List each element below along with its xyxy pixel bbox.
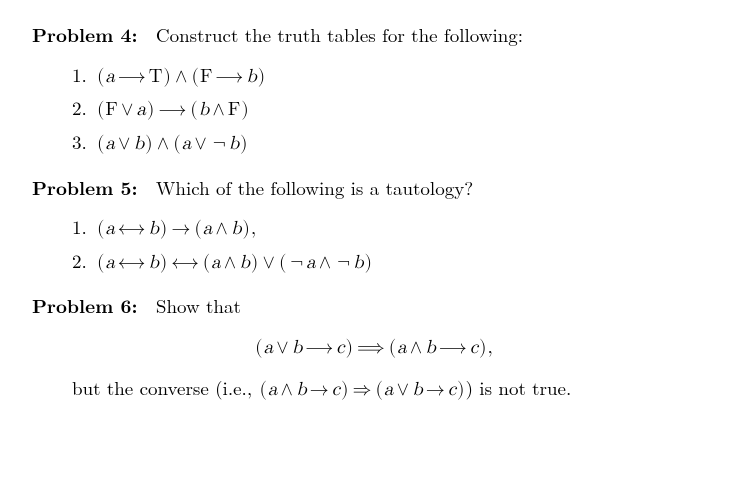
math-expression: (a∨b)∧(a∨¬b) <box>96 131 249 157</box>
item-number: 1. <box>72 214 96 240</box>
problem-5-list: 1. (a⟷b)→(a∧b), 2. (a⟷b)⟷(a∧b)∨(¬a∧¬b) <box>32 214 715 275</box>
math-expression: (F∨a)⟶(b∧F) <box>96 97 250 123</box>
problem-6-prompt: Show that <box>156 292 241 319</box>
list-item: 3. (a∨b)∧(a∨¬b) <box>72 129 715 157</box>
problem-6-label: Problem 6: <box>32 291 138 319</box>
math-expression: (a∨b⟶c)⟹(a∧b⟶c), <box>254 338 493 357</box>
math-expression: (a⟷b)→(a∧b), <box>96 216 256 242</box>
item-number: 2. <box>72 248 96 274</box>
math-expression: (a⟶T)∧(F⟶b) <box>96 64 266 90</box>
problem-6-heading: Problem 6: Show that <box>32 293 715 319</box>
item-number: 1. <box>72 62 96 88</box>
list-item: 1. (a⟷b)→(a∧b), <box>72 214 715 242</box>
problem-6-followup: but the converse (i.e., (a∧b→c)⇒(a∨b→c))… <box>72 375 715 403</box>
item-number: 3. <box>72 129 96 155</box>
problem-4-label: Problem 4: <box>32 20 138 48</box>
problem-5-heading: Problem 5: Which of the following is a t… <box>32 175 715 201</box>
item-number: 2. <box>72 95 96 121</box>
problem-6-display: (a∨b⟶c)⟹(a∧b⟶c), <box>32 333 715 361</box>
list-item: 1. (a⟶T)∧(F⟶b) <box>72 62 715 90</box>
problem-4-list: 1. (a⟶T)∧(F⟶b) 2. (F∨a)⟶(b∧F) 3. (a∨b)∧(… <box>32 62 715 157</box>
problem-4-prompt: Construct the truth tables for the follo… <box>156 21 523 48</box>
problem-5-label: Problem 5: <box>32 173 138 201</box>
problem-5-prompt: Which of the following is a tautology? <box>156 174 473 201</box>
list-item: 2. (F∨a)⟶(b∧F) <box>72 95 715 123</box>
followup-pre: but the converse (i.e., <box>72 374 258 401</box>
followup-post: ) is not true. <box>466 374 572 401</box>
problem-4-heading: Problem 4: Construct the truth tables fo… <box>32 22 715 48</box>
list-item: 2. (a⟷b)⟷(a∧b)∨(¬a∧¬b) <box>72 248 715 276</box>
math-expression: (a∧b→c)⇒(a∨b→c) <box>258 380 465 399</box>
math-expression: (a⟷b)⟷(a∧b)∨(¬a∧¬b) <box>96 250 373 276</box>
